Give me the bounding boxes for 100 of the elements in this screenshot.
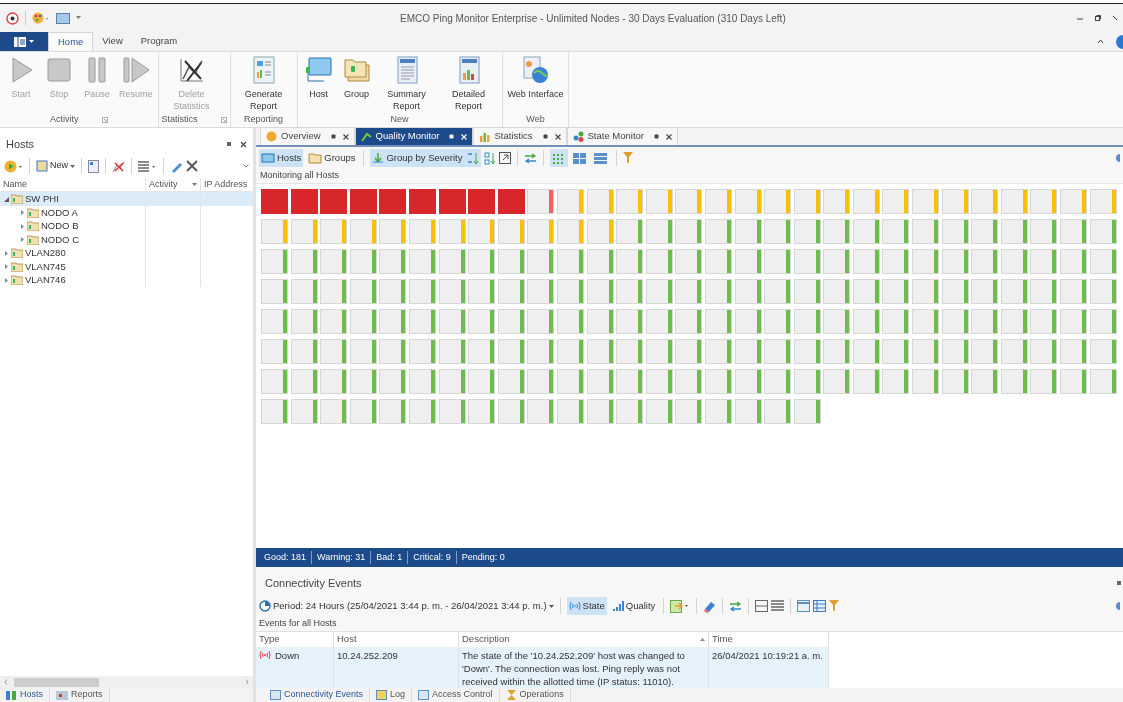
- host-tile[interactable]: [823, 369, 851, 394]
- host-tile[interactable]: [497, 399, 525, 424]
- host-tile[interactable]: [379, 369, 407, 394]
- host-tile[interactable]: [586, 399, 614, 424]
- host-tile[interactable]: [349, 219, 377, 244]
- host-tile[interactable]: [823, 279, 851, 304]
- host-tile[interactable]: [320, 279, 348, 304]
- host-tile[interactable]: [793, 189, 821, 214]
- document-tab[interactable]: Statistics: [473, 127, 567, 145]
- tree-row[interactable]: NODO A: [0, 205, 253, 219]
- close-icon[interactable]: [240, 140, 247, 148]
- column-header[interactable]: Name: [0, 178, 145, 192]
- host-tile[interactable]: [349, 249, 377, 274]
- host-tile[interactable]: [793, 369, 821, 394]
- host-tile[interactable]: [764, 189, 792, 214]
- host-tile[interactable]: [764, 309, 792, 334]
- host-tile[interactable]: [941, 369, 969, 394]
- pin-icon[interactable]: [542, 134, 548, 139]
- host-tile[interactable]: [941, 279, 969, 304]
- host-tile[interactable]: [408, 249, 436, 274]
- tree-row[interactable]: VLAN280: [0, 246, 253, 260]
- host-tile[interactable]: [764, 339, 792, 364]
- host-tile[interactable]: [408, 219, 436, 244]
- host-tile[interactable]: [1000, 369, 1028, 394]
- host-tile[interactable]: [645, 309, 673, 334]
- host-tile[interactable]: [438, 189, 466, 214]
- host-tile[interactable]: [408, 339, 436, 364]
- mode-toggle-button[interactable]: Quality: [609, 597, 658, 615]
- host-tile[interactable]: [734, 369, 762, 394]
- ribbon-button[interactable]: Host: [300, 55, 337, 100]
- dialog-launcher-icon[interactable]: [101, 117, 108, 123]
- host-tile[interactable]: [971, 339, 999, 364]
- host-tile[interactable]: [1060, 339, 1088, 364]
- host-tile[interactable]: [852, 249, 880, 274]
- pin-icon[interactable]: [330, 134, 336, 139]
- host-tile[interactable]: [290, 279, 318, 304]
- panel-tab[interactable]: Connectivity Events: [264, 688, 371, 702]
- host-tile[interactable]: [527, 369, 555, 394]
- ribbon-button[interactable]: Detailed Report: [438, 55, 499, 112]
- host-tile[interactable]: [586, 189, 614, 214]
- host-tile[interactable]: [1030, 219, 1058, 244]
- host-tile[interactable]: [704, 189, 732, 214]
- host-tile[interactable]: [527, 399, 555, 424]
- host-tile[interactable]: [764, 249, 792, 274]
- host-tile[interactable]: [1030, 279, 1058, 304]
- host-tile[interactable]: [497, 249, 525, 274]
- eraser-icon[interactable]: [703, 599, 717, 613]
- host-tile[interactable]: [616, 189, 644, 214]
- close-icon[interactable]: [1113, 14, 1117, 22]
- restore-icon[interactable]: [1095, 15, 1101, 21]
- host-tile[interactable]: [497, 279, 525, 304]
- host-tile[interactable]: [675, 399, 703, 424]
- close-icon[interactable]: [342, 133, 349, 140]
- host-tile[interactable]: [290, 219, 318, 244]
- host-tile[interactable]: [941, 249, 969, 274]
- host-tile[interactable]: [912, 249, 940, 274]
- host-tile[interactable]: [675, 219, 703, 244]
- host-tile[interactable]: [1000, 279, 1028, 304]
- host-tile[interactable]: [468, 249, 496, 274]
- host-tile[interactable]: [793, 339, 821, 364]
- mode-toggle-button[interactable]: State: [566, 597, 607, 615]
- export-icon[interactable]: [670, 599, 691, 613]
- host-tile[interactable]: [823, 189, 851, 214]
- host-tile[interactable]: [882, 249, 910, 274]
- host-tile[interactable]: [734, 219, 762, 244]
- host-tile[interactable]: [438, 219, 466, 244]
- host-tile[interactable]: [645, 189, 673, 214]
- host-tile[interactable]: [734, 189, 762, 214]
- host-tile[interactable]: [882, 219, 910, 244]
- host-tile[interactable]: [704, 279, 732, 304]
- host-tile[interactable]: [1030, 249, 1058, 274]
- host-tile[interactable]: [290, 339, 318, 364]
- host-tile[interactable]: [616, 399, 644, 424]
- host-tile[interactable]: [1060, 189, 1088, 214]
- host-tile[interactable]: [616, 339, 644, 364]
- host-tile[interactable]: [852, 219, 880, 244]
- document-tab[interactable]: Quality Monitor: [354, 127, 474, 145]
- host-tile[interactable]: [704, 399, 732, 424]
- host-tile[interactable]: [468, 339, 496, 364]
- host-tile[interactable]: [1060, 219, 1088, 244]
- host-tile[interactable]: [704, 249, 732, 274]
- host-tile[interactable]: [1089, 309, 1117, 334]
- host-tile[interactable]: [586, 249, 614, 274]
- host-tile[interactable]: [497, 369, 525, 394]
- host-tile[interactable]: [556, 219, 584, 244]
- ribbon-button[interactable]: Group: [338, 55, 375, 100]
- host-tile[interactable]: [941, 219, 969, 244]
- host-tile[interactable]: [823, 249, 851, 274]
- host-tile[interactable]: [408, 309, 436, 334]
- host-tile[interactable]: [1089, 369, 1117, 394]
- host-tile[interactable]: [645, 249, 673, 274]
- report-icon[interactable]: [88, 159, 99, 173]
- pin-icon[interactable]: [449, 134, 455, 139]
- host-tile[interactable]: [645, 369, 673, 394]
- delete-icon[interactable]: [186, 160, 198, 172]
- host-tile[interactable]: [882, 339, 910, 364]
- host-tile[interactable]: [261, 339, 288, 364]
- host-tile[interactable]: [1000, 189, 1028, 214]
- palette-icon[interactable]: [32, 12, 50, 24]
- host-tile[interactable]: [675, 369, 703, 394]
